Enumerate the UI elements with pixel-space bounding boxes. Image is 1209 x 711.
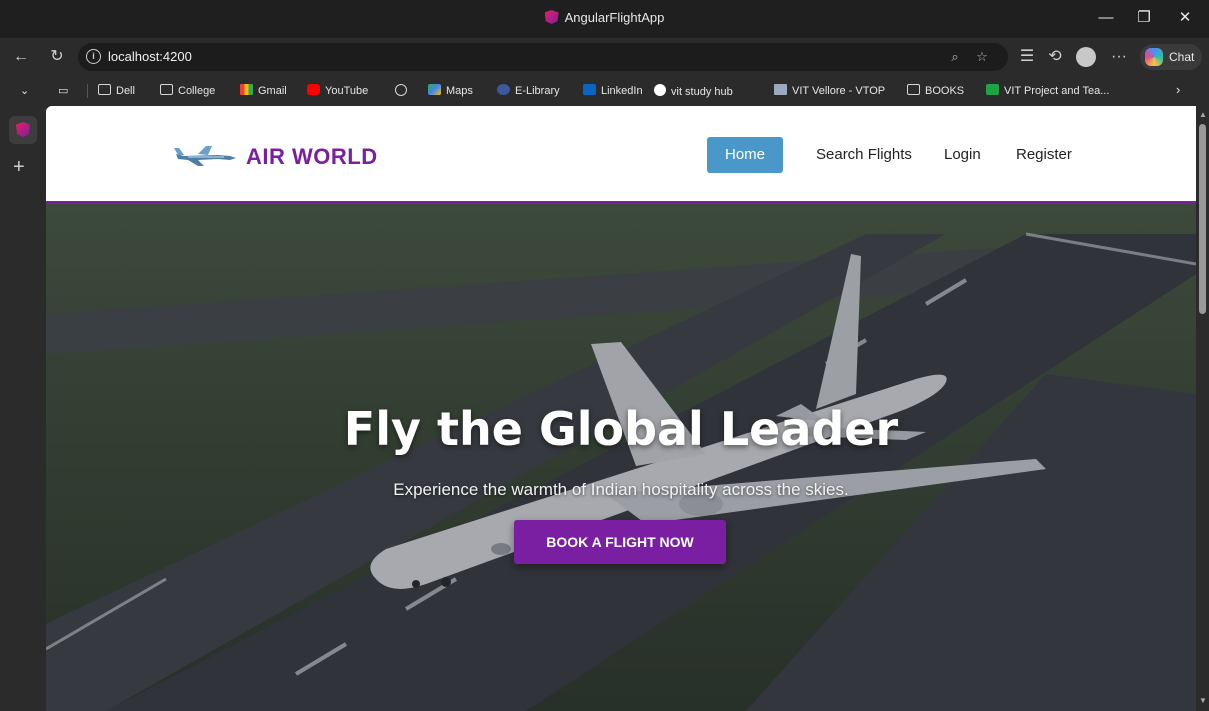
divider [87, 84, 88, 98]
url-text[interactable]: localhost:4200 [108, 49, 192, 64]
tab-angular-flight-app[interactable] [9, 116, 37, 144]
airplane-logo-icon [174, 146, 236, 166]
window-title-bar: AngularFlightApp — ❐ ✕ [0, 0, 1209, 38]
hero-subtitle: Experience the warmth of Indian hospital… [393, 480, 849, 499]
site-info-icon[interactable]: i [86, 49, 101, 64]
favorite-star-icon[interactable]: ☆ [973, 48, 991, 66]
nav-register-link[interactable]: Register [1016, 137, 1072, 173]
more-options-icon[interactable]: ··· [1108, 46, 1130, 68]
window-title: AngularFlightApp [0, 10, 1209, 25]
bookmark-youtube[interactable]: YouTube [307, 84, 368, 97]
bookmarks-overflow-icon[interactable]: › [1176, 82, 1180, 97]
bookmark-vit-project[interactable]: VIT Project and Tea... [986, 84, 1109, 97]
close-button[interactable]: ✕ [1167, 6, 1203, 30]
favorites-icon[interactable]: ☰ [1016, 46, 1038, 68]
scrollbar-thumb[interactable] [1199, 124, 1206, 314]
hero-overlay [46, 204, 1196, 711]
scroll-down-icon[interactable]: ▼ [1199, 696, 1207, 705]
zoom-icon[interactable]: ⌕ [946, 48, 964, 66]
scroll-up-icon[interactable]: ▲ [1199, 110, 1207, 119]
gmail-icon [240, 84, 253, 95]
maps-icon [428, 84, 441, 95]
back-icon[interactable]: ← [10, 46, 32, 68]
site-header: AIR WORLD Home Search Flights Login Regi… [46, 106, 1196, 204]
youtube-icon [307, 84, 320, 95]
browser-toolbar: ← ↻ i localhost:4200 ⌕ ☆ ☰ ⟲ ··· Chat [0, 38, 1209, 76]
bookmark-globe[interactable] [395, 84, 412, 98]
brand-name: AIR WORLD [246, 144, 378, 169]
globe-icon [395, 84, 407, 96]
plus-green-icon [986, 84, 999, 95]
history-icon[interactable]: ⟲ [1044, 46, 1066, 68]
copilot-chat-button[interactable]: Chat [1140, 44, 1202, 70]
bookmark-elibrary[interactable]: E-Library [497, 84, 560, 97]
minimize-button[interactable]: — [1088, 6, 1124, 30]
bookmark-books[interactable]: BOOKS [907, 84, 964, 97]
nav-login-link[interactable]: Login [944, 137, 981, 173]
book-flight-button[interactable]: BOOK A FLIGHT NOW [514, 520, 726, 564]
bookmark-vit-study-hub[interactable]: vit study hub [654, 84, 733, 98]
vit-study-hub-icon [654, 84, 666, 96]
bookmark-vtop[interactable]: VIT Vellore - VTOP [774, 84, 885, 97]
hero-banner: Fly the Global Leader Experience the war… [46, 204, 1196, 711]
angular-icon [544, 10, 559, 24]
page-scrollbar[interactable]: ▲ ▼ [1196, 106, 1209, 711]
bookmark-gmail[interactable]: Gmail [240, 84, 287, 97]
profile-avatar[interactable] [1076, 47, 1096, 67]
tab-actions-icon[interactable]: ▭ [58, 84, 68, 97]
elibrary-icon [497, 84, 510, 95]
hero-title: Fly the Global Leader [343, 402, 899, 456]
new-tab-icon[interactable]: + [13, 156, 25, 179]
address-bar[interactable]: i localhost:4200 ⌕ ☆ [78, 43, 1008, 71]
nav-home-link[interactable]: Home [707, 137, 783, 173]
folder-icon [160, 84, 173, 95]
linkedin-icon [583, 84, 596, 95]
collapse-bookmarks-icon[interactable]: ⌄ [20, 84, 29, 97]
angular-icon [16, 122, 30, 137]
bookmark-dell[interactable]: Dell [98, 84, 135, 97]
page-viewport: AIR WORLD Home Search Flights Login Regi… [46, 106, 1196, 711]
vertical-tab-sidebar: + [0, 106, 46, 711]
copilot-icon [1145, 48, 1163, 66]
restore-button[interactable]: ❐ [1126, 6, 1162, 30]
vtop-icon [774, 84, 787, 95]
folder-icon [98, 84, 111, 95]
nav-search-flights-link[interactable]: Search Flights [816, 137, 912, 173]
reload-icon[interactable]: ↻ [46, 46, 68, 68]
bookmark-college[interactable]: College [160, 84, 215, 97]
folder-icon [907, 84, 920, 95]
bookmark-maps[interactable]: Maps [428, 84, 473, 97]
bookmark-linkedin[interactable]: LinkedIn [583, 84, 643, 97]
bookmarks-bar: ⌄ ▭ Dell College Gmail YouTube Maps E-Li… [0, 76, 1209, 106]
